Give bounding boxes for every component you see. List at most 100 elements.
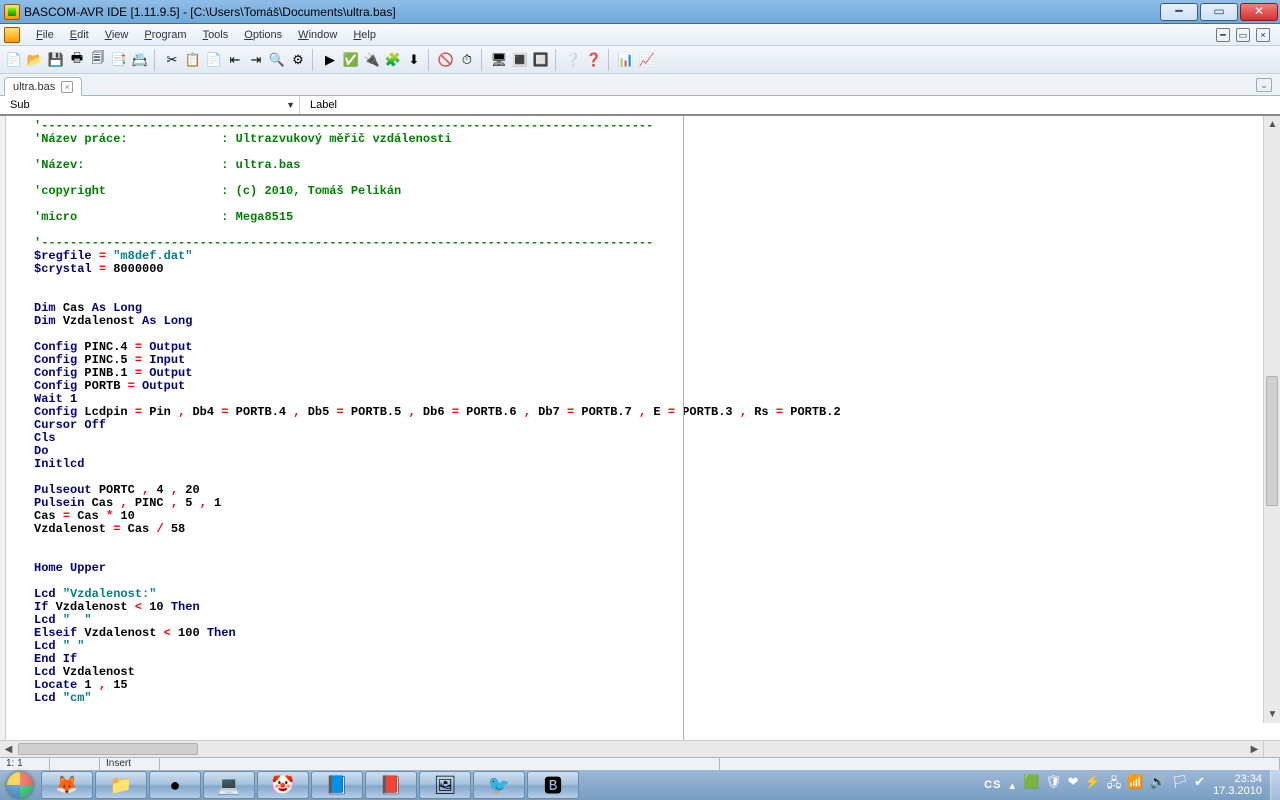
status-empty-1 bbox=[50, 758, 100, 770]
horizontal-scrollbar[interactable]: ◀ ▶ bbox=[0, 740, 1263, 757]
taskbar-app-button[interactable]: 📁 bbox=[95, 771, 147, 799]
status-empty-3 bbox=[720, 758, 1280, 770]
toolbar-button[interactable]: 📑 bbox=[109, 50, 129, 70]
toolbar-button[interactable]: 📂 bbox=[25, 50, 45, 70]
toolbar-button[interactable]: 🔌 bbox=[362, 50, 382, 70]
menu-help[interactable]: Help bbox=[345, 27, 384, 43]
label-label: Label bbox=[310, 99, 337, 111]
taskbar-app-button[interactable]: 🐦 bbox=[473, 771, 525, 799]
toolbar-button[interactable]: 🗐 bbox=[88, 50, 108, 70]
maximize-button[interactable]: ▭ bbox=[1200, 3, 1238, 21]
tray-icon[interactable]: 🛡 bbox=[1045, 774, 1062, 796]
document-tab[interactable]: ultra.bas × bbox=[4, 77, 82, 96]
window-titlebar: BASCOM-AVR IDE [1.11.9.5] - [C:\Users\To… bbox=[0, 0, 1280, 24]
close-button[interactable]: ✕ bbox=[1240, 3, 1278, 21]
tray-icons: 🟩 🛡 ❤ ⚡ 🖧 📶 🔊 🏳 ✔ bbox=[1023, 774, 1205, 796]
app-menu-icon bbox=[4, 27, 20, 43]
tray-icon[interactable]: 🔊 bbox=[1149, 774, 1165, 796]
toolbar-button[interactable]: 📇 bbox=[130, 50, 150, 70]
toolbar-button[interactable]: 📊 bbox=[616, 50, 636, 70]
taskbar-app-button[interactable]: 🤡 bbox=[257, 771, 309, 799]
toolbar-button[interactable]: ⬇ bbox=[404, 50, 424, 70]
hscroll-thumb[interactable] bbox=[18, 743, 198, 755]
taskbar-app-button[interactable]: 📕 bbox=[365, 771, 417, 799]
tray-icon[interactable]: ✔ bbox=[1194, 774, 1205, 796]
toolbar-button[interactable]: 📋 bbox=[183, 50, 203, 70]
toolbar-separator bbox=[312, 49, 316, 71]
vscroll-thumb[interactable] bbox=[1266, 376, 1278, 506]
tray-icon[interactable]: ⚡ bbox=[1085, 774, 1101, 796]
menu-program[interactable]: Program bbox=[136, 27, 194, 43]
tray-icon[interactable]: ❤ bbox=[1068, 774, 1079, 796]
scroll-left-icon[interactable]: ◀ bbox=[0, 741, 17, 758]
language-indicator[interactable]: CS bbox=[984, 779, 1001, 791]
label-combo[interactable]: Label bbox=[300, 96, 1280, 114]
taskbar-app-button[interactable]: 💻 bbox=[203, 771, 255, 799]
toolbar-button[interactable]: 🧩 bbox=[383, 50, 403, 70]
show-desktop-button[interactable] bbox=[1270, 770, 1280, 800]
tray-icon[interactable]: 🏳 bbox=[1172, 774, 1189, 796]
taskbar-app-button[interactable]: 🦊 bbox=[41, 771, 93, 799]
toolbar-button[interactable]: 🚫 bbox=[436, 50, 456, 70]
tray-icon[interactable]: 📶 bbox=[1127, 774, 1143, 796]
sub-combo[interactable]: Sub ▼ bbox=[0, 96, 300, 114]
toolbar-button[interactable]: ❔ bbox=[563, 50, 583, 70]
editor-area: '---------------------------------------… bbox=[0, 116, 1280, 740]
start-button[interactable] bbox=[0, 770, 40, 800]
toolbar-button[interactable]: 📄 bbox=[4, 50, 24, 70]
tray-chevron-icon[interactable]: ▴ bbox=[1009, 779, 1015, 792]
toolbar-button[interactable]: 🔲 bbox=[531, 50, 551, 70]
mdi-restore-button[interactable]: ▭ bbox=[1236, 28, 1250, 42]
tray-icon[interactable]: 🖧 bbox=[1107, 774, 1122, 796]
toolbar-button[interactable]: 💾 bbox=[46, 50, 66, 70]
menu-tools[interactable]: Tools bbox=[195, 27, 237, 43]
taskbar-app-button[interactable]: 🅱 bbox=[527, 771, 579, 799]
scroll-up-icon[interactable]: ▲ bbox=[1264, 116, 1280, 133]
toolbar-button[interactable]: 📄 bbox=[204, 50, 224, 70]
menu-options[interactable]: Options bbox=[236, 27, 290, 43]
taskbar-app-button[interactable]: ● bbox=[149, 771, 201, 799]
document-tabbar: ultra.bas × ⌄ bbox=[0, 74, 1280, 96]
editor-ruler bbox=[683, 116, 684, 740]
toolbar-button[interactable]: 📈 bbox=[637, 50, 657, 70]
menu-bar: FileEditViewProgramToolsOptionsWindowHel… bbox=[0, 24, 1280, 46]
taskbar-clock[interactable]: 23:34 17.3.2010 bbox=[1213, 773, 1262, 797]
toolbar-button[interactable]: ⏱ bbox=[457, 50, 477, 70]
menu-window[interactable]: Window bbox=[290, 27, 345, 43]
toolbar-button[interactable]: 🖶 bbox=[67, 50, 87, 70]
tabbar-overflow-button[interactable]: ⌄ bbox=[1256, 78, 1272, 92]
taskbar-app-button[interactable]: 🖼 bbox=[419, 771, 471, 799]
code-content[interactable]: '---------------------------------------… bbox=[0, 116, 1280, 709]
app-icon bbox=[4, 4, 20, 20]
tab-close-icon[interactable]: × bbox=[61, 81, 73, 93]
taskbar-app-button[interactable]: 📘 bbox=[311, 771, 363, 799]
toolbar-button[interactable]: ⇤ bbox=[225, 50, 245, 70]
menu-edit[interactable]: Edit bbox=[62, 27, 97, 43]
vertical-scrollbar[interactable]: ▲ ▼ bbox=[1263, 116, 1280, 723]
toolbar-button[interactable]: ✅ bbox=[341, 50, 361, 70]
toolbar-button[interactable]: 🔳 bbox=[510, 50, 530, 70]
code-editor[interactable]: '---------------------------------------… bbox=[0, 116, 1280, 740]
toolbar-separator bbox=[555, 49, 559, 71]
toolbar-button[interactable]: 🔍 bbox=[267, 50, 287, 70]
system-tray: CS ▴ 🟩 🛡 ❤ ⚡ 🖧 📶 🔊 🏳 ✔ 23:34 17.3.2010 bbox=[976, 773, 1270, 797]
toolbar-button[interactable]: ⇥ bbox=[246, 50, 266, 70]
scroll-down-icon[interactable]: ▼ bbox=[1264, 706, 1280, 723]
toolbar-button[interactable]: ⚙ bbox=[288, 50, 308, 70]
scroll-corner bbox=[1263, 740, 1280, 757]
mdi-close-button[interactable]: × bbox=[1256, 28, 1270, 42]
main-toolbar: 📄📂💾🖶🗐📑📇✂📋📄⇤⇥🔍⚙▶✅🔌🧩⬇🚫⏱🖥🔳🔲❔❓📊📈 bbox=[0, 46, 1280, 74]
mdi-minimize-button[interactable]: ━ bbox=[1216, 28, 1230, 42]
toolbar-separator bbox=[428, 49, 432, 71]
toolbar-button[interactable]: ❓ bbox=[584, 50, 604, 70]
toolbar-separator bbox=[154, 49, 158, 71]
menu-view[interactable]: View bbox=[97, 27, 137, 43]
toolbar-button[interactable]: ▶ bbox=[320, 50, 340, 70]
toolbar-button[interactable]: 🖥 bbox=[489, 50, 509, 70]
minimize-button[interactable]: ━ bbox=[1160, 3, 1198, 21]
tray-icon[interactable]: 🟩 bbox=[1023, 774, 1039, 796]
toolbar-button[interactable]: ✂ bbox=[162, 50, 182, 70]
scroll-right-icon[interactable]: ▶ bbox=[1246, 741, 1263, 758]
menu-file[interactable]: File bbox=[28, 27, 62, 43]
status-cursor-pos: 1: 1 bbox=[0, 758, 50, 770]
